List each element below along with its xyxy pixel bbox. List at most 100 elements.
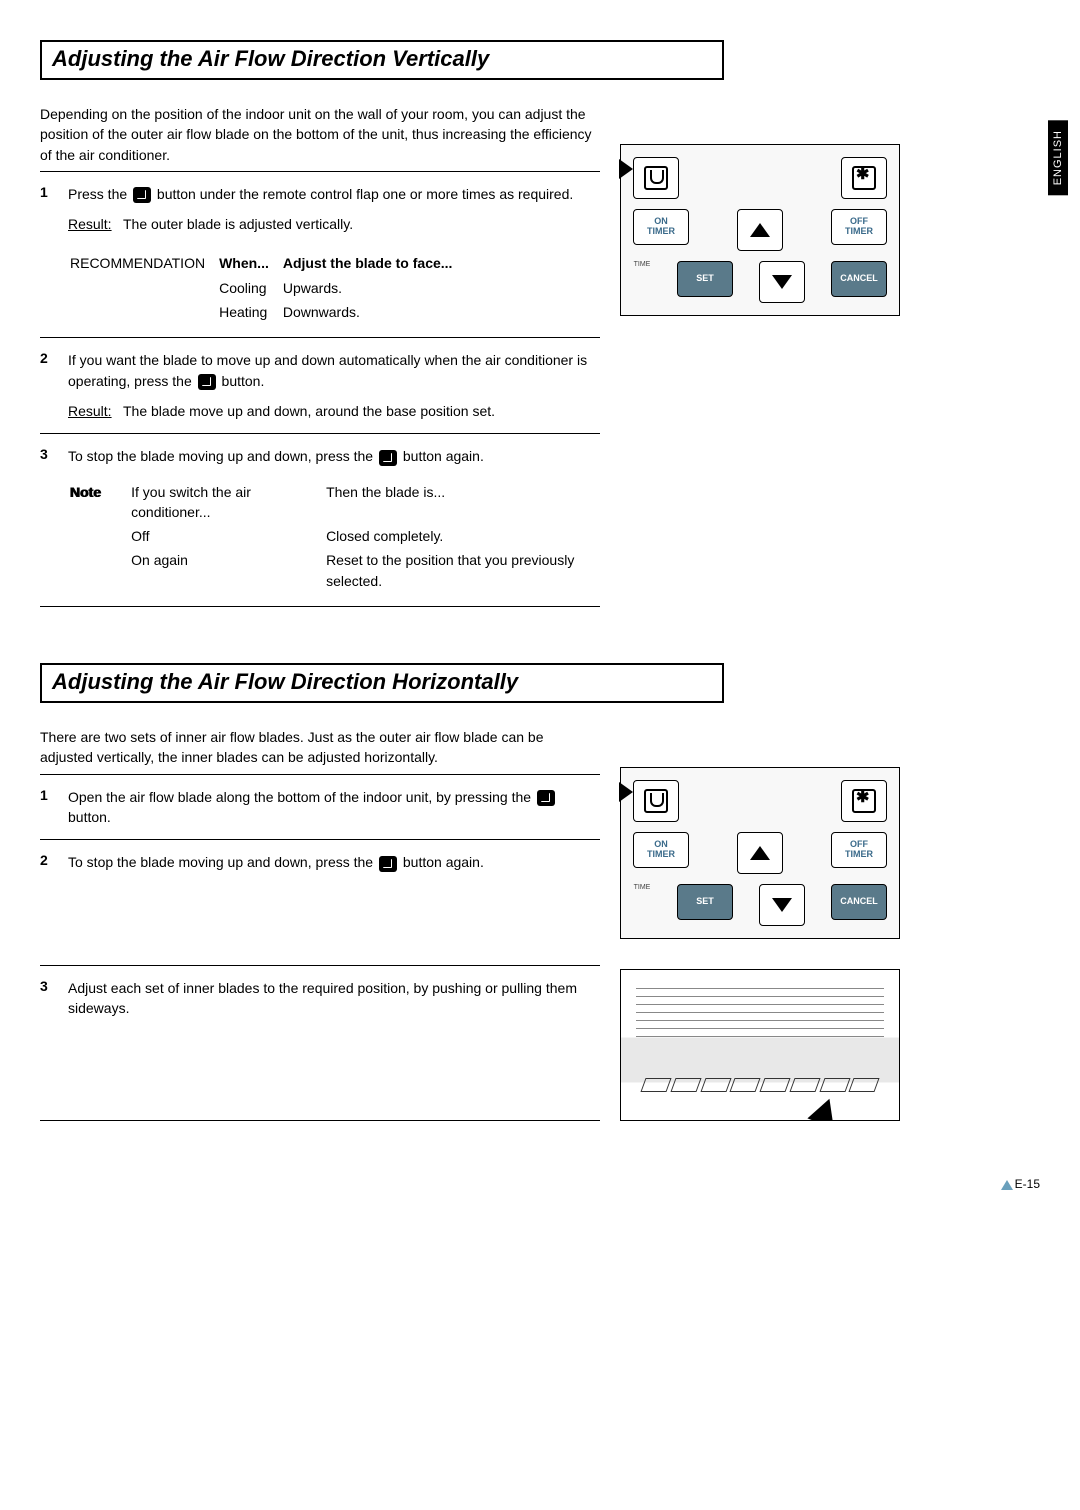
section1-step1: 1 Press the button under the remote cont… bbox=[40, 178, 600, 331]
set-button: SET bbox=[677, 884, 733, 920]
section1-text: Depending on the position of the indoor … bbox=[40, 104, 600, 613]
hand-icon bbox=[807, 1094, 842, 1121]
swing-button-icon bbox=[379, 450, 397, 466]
s2-step1-text-a: Open the air flow blade along the bottom… bbox=[68, 789, 535, 805]
set-button: SET bbox=[677, 261, 733, 297]
off-timer-button: OFF TIMER bbox=[831, 832, 887, 868]
step-number: 1 bbox=[40, 184, 54, 325]
manual-page: ENGLISH Adjusting the Air Flow Direction… bbox=[40, 40, 1040, 1191]
separator bbox=[40, 839, 600, 840]
section1-illustration: ON TIMER OFF TIMER TIME SET CANCEL bbox=[620, 104, 900, 613]
step1-text-a: Press the bbox=[68, 186, 131, 202]
remote-control-illustration: ON TIMER OFF TIMER TIME SET CANCEL bbox=[620, 144, 900, 316]
section2-step2: 2 To stop the blade moving up and down, … bbox=[40, 846, 600, 878]
swing-icon bbox=[644, 166, 668, 190]
separator bbox=[40, 171, 600, 172]
swing-button-icon bbox=[537, 790, 555, 806]
table-row: Heating Downwards. bbox=[70, 301, 464, 323]
note-header-blade: Then the blade is... bbox=[326, 481, 598, 524]
section1-columns: Depending on the position of the indoor … bbox=[40, 104, 1040, 613]
note-blade-2: Reset to the position that you previousl… bbox=[326, 549, 598, 592]
step-body: To stop the blade moving up and down, pr… bbox=[68, 852, 600, 872]
pointer-icon bbox=[619, 159, 633, 179]
section2-illustrations: ON TIMER OFF TIMER TIME SET CANCEL bbox=[620, 727, 900, 1127]
air-flow-vanes bbox=[643, 1078, 877, 1092]
result-text: The outer blade is adjusted vertically. bbox=[123, 216, 353, 232]
on-timer-button: ON TIMER bbox=[633, 832, 689, 868]
section1-title: Adjusting the Air Flow Direction Vertica… bbox=[52, 46, 712, 72]
swing-button-icon bbox=[198, 374, 216, 390]
s2-step1-text-b: button. bbox=[68, 809, 111, 825]
cancel-button: CANCEL bbox=[831, 261, 887, 297]
separator bbox=[40, 337, 600, 338]
swing-button-icon bbox=[379, 856, 397, 872]
fan-icon bbox=[852, 789, 876, 813]
swing-button-icon bbox=[133, 187, 151, 203]
on-timer-button: ON TIMER bbox=[633, 209, 689, 245]
off-timer-button: OFF TIMER bbox=[831, 209, 887, 245]
rec-when-2: Heating bbox=[219, 301, 281, 323]
note-header-switch: If you switch the air conditioner... bbox=[131, 481, 324, 524]
s2-step2-text-b: button again. bbox=[399, 854, 484, 870]
step-body: If you want the blade to move up and dow… bbox=[68, 350, 600, 421]
down-button bbox=[759, 884, 805, 926]
separator bbox=[40, 965, 600, 966]
recommendation-table: RECOMMENDATION When... Adjust the blade … bbox=[68, 250, 466, 325]
rec-header-when: When... bbox=[219, 252, 281, 274]
step1-text-b: button under the remote control flap one… bbox=[153, 186, 573, 202]
section2-intro: There are two sets of inner air flow bla… bbox=[40, 727, 600, 768]
step-body: Open the air flow blade along the bottom… bbox=[68, 787, 600, 828]
table-row: On again Reset to the position that you … bbox=[70, 549, 598, 592]
separator bbox=[40, 774, 600, 775]
table-row: Cooling Upwards. bbox=[70, 277, 464, 299]
note-blade-1: Closed completely. bbox=[326, 525, 598, 547]
arrow-down-icon bbox=[772, 898, 792, 912]
step-number: 2 bbox=[40, 350, 54, 421]
result-label: Result: bbox=[68, 216, 112, 232]
rec-adjust-2: Downwards. bbox=[283, 301, 465, 323]
step2-text-a: If you want the blade to move up and dow… bbox=[68, 352, 587, 388]
up-button bbox=[737, 832, 783, 874]
section2-step3: 3 Adjust each set of inner blades to the… bbox=[40, 972, 600, 1025]
swing-button bbox=[633, 780, 679, 822]
table-row: Off Closed completely. bbox=[70, 525, 598, 547]
separator bbox=[40, 433, 600, 434]
step-body: Adjust each set of inner blades to the r… bbox=[68, 978, 600, 1019]
down-button bbox=[759, 261, 805, 303]
up-button bbox=[737, 209, 783, 251]
arrow-down-icon bbox=[772, 275, 792, 289]
step3-text-a: To stop the blade moving up and down, pr… bbox=[68, 448, 377, 464]
section2-step1: 1 Open the air flow blade along the bott… bbox=[40, 781, 600, 834]
remote-control-illustration: ON TIMER OFF TIMER TIME SET CANCEL bbox=[620, 767, 900, 939]
note-switch-1: Off bbox=[131, 525, 324, 547]
swing-icon bbox=[644, 789, 668, 813]
cancel-button: CANCEL bbox=[831, 884, 887, 920]
fan-button bbox=[841, 780, 887, 822]
section2-heading: Adjusting the Air Flow Direction Horizon… bbox=[40, 663, 724, 703]
time-label: TIME bbox=[633, 884, 651, 926]
step-body: To stop the blade moving up and down, pr… bbox=[68, 446, 600, 594]
step-number: 3 bbox=[40, 446, 54, 594]
step-number: 1 bbox=[40, 787, 54, 828]
arrow-up-icon bbox=[750, 223, 770, 237]
separator bbox=[40, 1120, 600, 1121]
note-table: Note If you switch the air conditioner..… bbox=[68, 479, 600, 594]
step2-text-b: button. bbox=[218, 373, 265, 389]
recommendation-label: RECOMMENDATION bbox=[70, 252, 217, 274]
section2-columns: There are two sets of inner air flow bla… bbox=[40, 727, 1040, 1127]
section1-step3: 3 To stop the blade moving up and down, … bbox=[40, 440, 600, 600]
result-text: The blade move up and down, around the b… bbox=[123, 403, 495, 419]
page-number-value: 15 bbox=[1027, 1177, 1040, 1191]
swing-button bbox=[633, 157, 679, 199]
separator bbox=[40, 606, 600, 607]
note-switch-2: On again bbox=[131, 549, 324, 592]
step-number: 3 bbox=[40, 978, 54, 1019]
section1-step2: 2 If you want the blade to move up and d… bbox=[40, 344, 600, 427]
section1-heading: Adjusting the Air Flow Direction Vertica… bbox=[40, 40, 724, 80]
s2-step2-text-a: To stop the blade moving up and down, pr… bbox=[68, 854, 377, 870]
rec-when-1: Cooling bbox=[219, 277, 281, 299]
result-label: Result: bbox=[68, 403, 112, 419]
rec-adjust-1: Upwards. bbox=[283, 277, 465, 299]
pointer-icon bbox=[619, 782, 633, 802]
indoor-unit-illustration bbox=[620, 969, 900, 1121]
